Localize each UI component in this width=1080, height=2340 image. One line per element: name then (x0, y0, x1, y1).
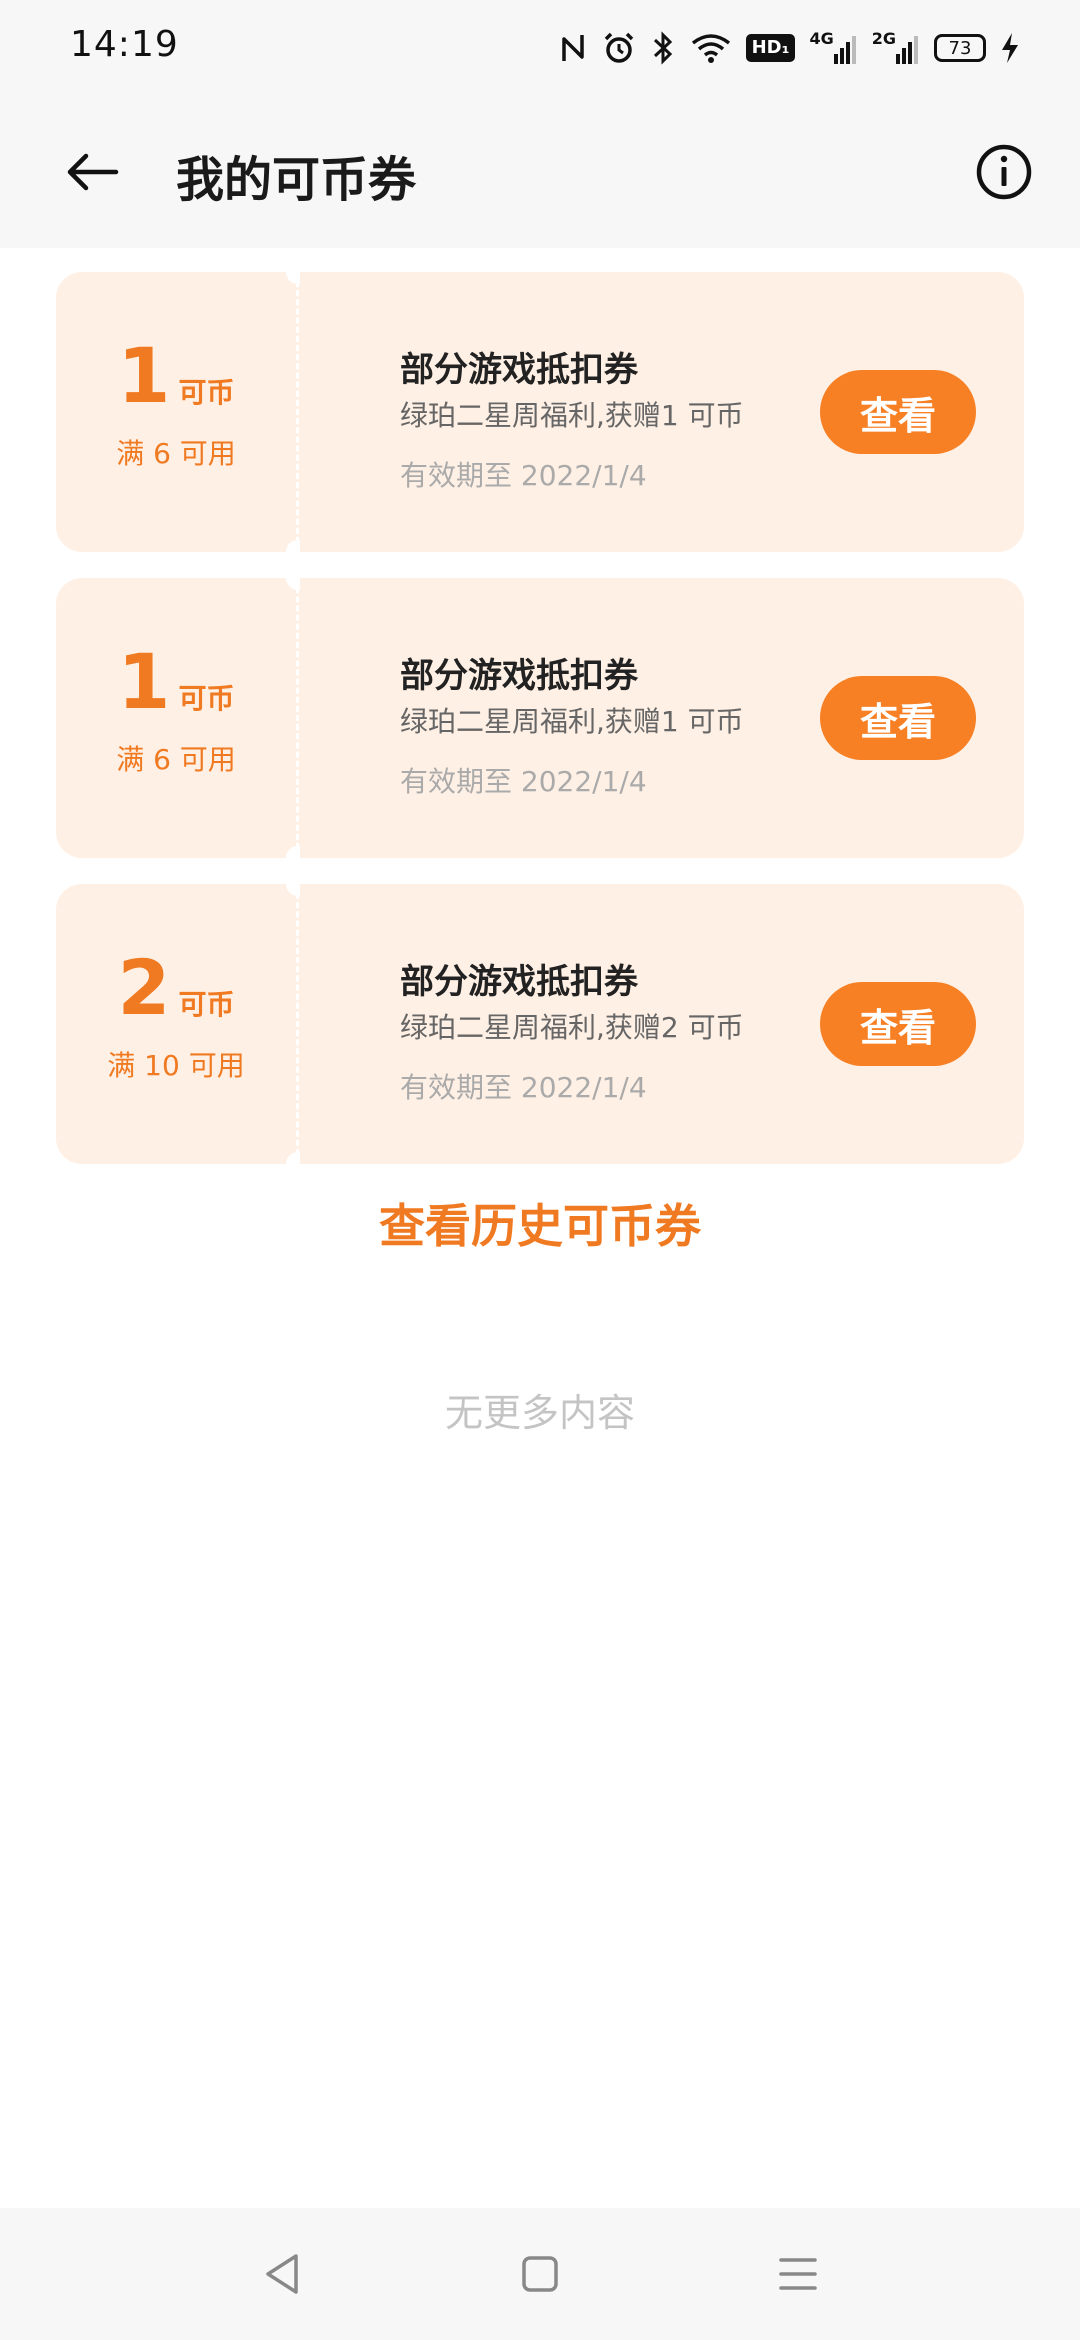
app-header: 我的可币券 (0, 96, 1080, 248)
coupon-condition: 满 10 可用 (107, 1049, 245, 1082)
coupon-description: 绿珀二星周福利,获赠1 可币 (400, 399, 744, 432)
nav-menu-button[interactable] (768, 2244, 828, 2304)
view-coupon-button[interactable]: 查看 (820, 982, 976, 1066)
signal-2g-icon: 2G (871, 28, 920, 64)
alarm-icon (602, 31, 636, 65)
coupon-title: 部分游戏抵扣券 (400, 962, 638, 1002)
coupon-card[interactable]: 1 可币 满 6 可用 部分游戏抵扣券 绿珀二星周福利,获赠1 可币 有效期至 … (56, 566, 1024, 870)
menu-lines-icon (779, 2258, 817, 2290)
coupon-expiry: 有效期至 2022/1/4 (400, 459, 647, 492)
info-icon (976, 144, 1032, 200)
hd-icon: HD₁ (745, 34, 796, 62)
coupon-amount: 1 (117, 637, 171, 726)
view-history-coupons-link[interactable]: 查看历史可币券 (0, 1190, 1080, 1256)
info-button[interactable] (968, 136, 1040, 208)
back-button[interactable] (52, 136, 132, 208)
coupon-amount: 1 (117, 331, 171, 420)
coupon-amount-row: 1 可币 (56, 644, 296, 720)
coupon-list: 1 可币 满 6 可用 部分游戏抵扣券 绿珀二星周福利,获赠1 可币 有效期至 … (56, 260, 1024, 1190)
coupon-amount-row: 2 可币 (56, 950, 296, 1026)
wifi-icon (690, 31, 732, 65)
coupon-amount-row: 1 可币 (56, 338, 296, 414)
coupon-unit: 可币 (178, 682, 235, 715)
status-icons: HD₁ 4G 2G 73 (558, 22, 1020, 74)
bluetooth-icon (650, 30, 676, 66)
charging-icon (1000, 31, 1020, 65)
coupon-description: 绿珀二星周福利,获赠1 可币 (400, 705, 744, 738)
coupon-value-section: 2 可币 满 10 可用 (56, 884, 296, 1164)
nav-back-button[interactable] (252, 2244, 312, 2304)
nfc-icon (558, 31, 588, 65)
status-bar: 14:19 HD₁ 4G 2G 73 (0, 0, 1080, 96)
signal-2g-label: 2G (871, 28, 896, 48)
coupon-title: 部分游戏抵扣券 (400, 350, 638, 390)
home-square-icon (522, 2256, 558, 2292)
back-arrow-icon (67, 153, 119, 191)
view-coupon-button[interactable]: 查看 (820, 676, 976, 760)
signal-4g-icon: 4G (809, 28, 857, 64)
coupon-value-section: 1 可币 满 6 可用 (56, 578, 296, 858)
no-more-content-label: 无更多内容 (444, 1391, 635, 1435)
battery-icon: 73 (934, 34, 986, 62)
coupon-title: 部分游戏抵扣券 (400, 656, 638, 696)
coupon-card[interactable]: 1 可币 满 6 可用 部分游戏抵扣券 绿珀二星周福利,获赠1 可币 有效期至 … (56, 260, 1024, 564)
coupon-amount: 2 (117, 943, 171, 1032)
coupon-unit: 可币 (178, 376, 235, 409)
signal-4g-label: 4G (809, 28, 834, 48)
nav-home-button[interactable] (510, 2244, 570, 2304)
coupon-info-section: 部分游戏抵扣券 绿珀二星周福利,获赠2 可币 有效期至 2022/1/4 查看 (300, 884, 1024, 1164)
coupon-description: 绿珀二星周福利,获赠2 可币 (400, 1011, 744, 1044)
coupon-card[interactable]: 2 可币 满 10 可用 部分游戏抵扣券 绿珀二星周福利,获赠2 可币 有效期至… (56, 872, 1024, 1176)
coupon-condition: 满 6 可用 (116, 437, 236, 470)
system-nav-bar (0, 2208, 1080, 2340)
coupon-info-section: 部分游戏抵扣券 绿珀二星周福利,获赠1 可币 有效期至 2022/1/4 查看 (300, 578, 1024, 858)
coupon-condition: 满 6 可用 (116, 743, 236, 776)
coupon-unit: 可币 (178, 988, 235, 1021)
status-time: 14:19 (70, 24, 179, 65)
coupon-value-section: 1 可币 满 6 可用 (56, 272, 296, 552)
view-coupon-button[interactable]: 查看 (820, 370, 976, 454)
coupon-expiry: 有效期至 2022/1/4 (400, 765, 647, 798)
coupon-info-section: 部分游戏抵扣券 绿珀二星周福利,获赠1 可币 有效期至 2022/1/4 查看 (300, 272, 1024, 552)
coupon-expiry: 有效期至 2022/1/4 (400, 1071, 647, 1104)
back-triangle-icon (266, 2254, 298, 2294)
page-title: 我的可币券 (176, 152, 417, 208)
